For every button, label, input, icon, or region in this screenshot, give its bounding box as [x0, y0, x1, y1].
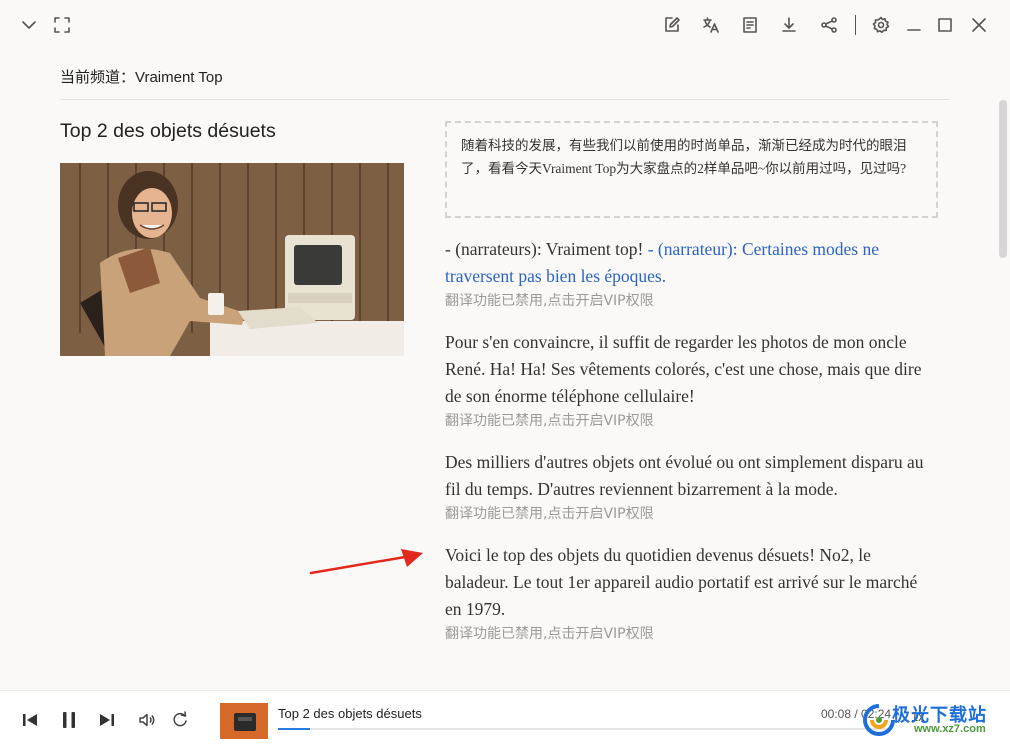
next-icon[interactable]: [97, 710, 117, 730]
paragraph-text: - (narrateurs): Vraiment top! - (narrate…: [445, 236, 935, 290]
article-summary: 随着科技的发展，有些我们以前使用的时尚单品，渐渐已经成为时代的眼泪了，看看今天V…: [445, 121, 938, 218]
paragraph-text: Des milliers d'autres objets ont évolué …: [445, 452, 924, 499]
transcript-paragraph[interactable]: Pour s'en convaincre, il suffit de regar…: [445, 329, 935, 432]
download-icon[interactable]: [778, 14, 800, 36]
paragraph-text: Pour s'en convaincre, il suffit de regar…: [445, 332, 922, 406]
translation-disabled-link[interactable]: 翻译功能已禁用,点击开启VIP权限: [445, 410, 935, 432]
progress-bar-fill: [278, 728, 311, 730]
previous-icon[interactable]: [20, 710, 40, 730]
repeat-icon[interactable]: [170, 710, 190, 730]
transcript-paragraph[interactable]: - (narrateurs): Vraiment top! - (narrate…: [445, 236, 935, 312]
translation-disabled-link[interactable]: 翻译功能已禁用,点击开启VIP权限: [445, 290, 935, 312]
transcript-paragraph[interactable]: Des milliers d'autres objets ont évolué …: [445, 449, 935, 525]
pause-icon[interactable]: [59, 710, 79, 730]
progress-bar[interactable]: [278, 728, 888, 730]
title-bar: [0, 0, 1010, 50]
paragraph-text-plain: - (narrateurs): Vraiment top!: [445, 239, 648, 259]
current-channel: 当前频道：Vraiment Top: [60, 69, 223, 86]
article-title: Top 2 des objets désuets: [60, 120, 276, 142]
article-cover-image: [60, 163, 404, 356]
transcript-paragraph[interactable]: Voici le top des objets du quotidien dev…: [445, 542, 935, 645]
paragraph-text: Voici le top des objets du quotidien dev…: [445, 545, 918, 619]
header-divider: [60, 99, 950, 100]
minimize-icon[interactable]: [903, 14, 925, 36]
transcript: - (narrateurs): Vraiment top! - (narrate…: [445, 236, 935, 662]
translation-disabled-link[interactable]: 翻译功能已禁用,点击开启VIP权限: [445, 503, 935, 525]
maximize-icon[interactable]: [934, 14, 956, 36]
translation-disabled-link[interactable]: 翻译功能已禁用,点击开启VIP权限: [445, 623, 935, 645]
watermark-url: www.xz7.com: [914, 723, 986, 735]
now-playing-title: Top 2 des objets désuets: [278, 706, 422, 721]
fullscreen-icon[interactable]: [51, 14, 73, 36]
content-scrollbar[interactable]: [999, 100, 1007, 258]
translate-icon[interactable]: [700, 14, 722, 36]
volume-icon[interactable]: [137, 710, 157, 730]
annotation-arrow-icon: [309, 549, 423, 575]
close-icon[interactable]: [968, 14, 990, 36]
settings-icon[interactable]: [870, 14, 892, 36]
edit-icon[interactable]: [661, 14, 683, 36]
chevron-down-icon[interactable]: [18, 14, 40, 36]
player-bar: Top 2 des objets désuets 00:08 / 02:24 1…: [0, 690, 1010, 750]
share-icon[interactable]: [818, 14, 840, 36]
now-playing-thumbnail[interactable]: [220, 703, 268, 739]
toolbar-separator: [855, 15, 856, 35]
watermark-logo: 极光下载站 www.xz7.com: [862, 699, 1008, 743]
document-icon[interactable]: [739, 14, 761, 36]
